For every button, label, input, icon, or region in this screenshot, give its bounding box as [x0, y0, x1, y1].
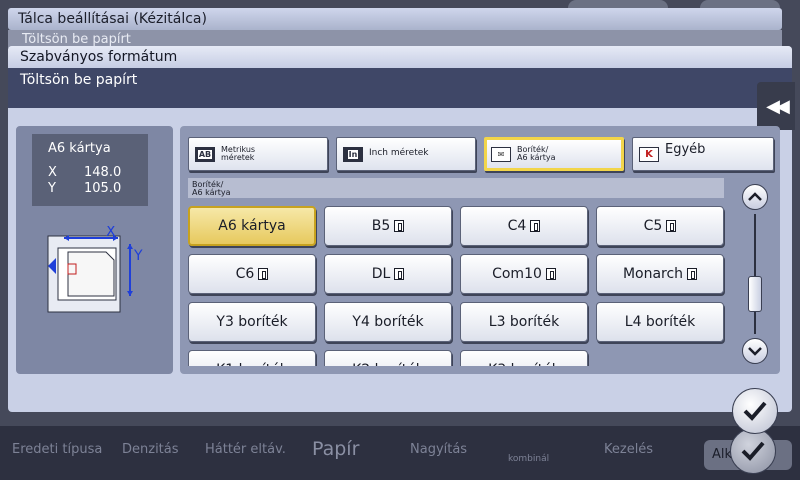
portrait-orientation-icon	[530, 220, 541, 232]
size-button[interactable]: C5	[596, 206, 724, 246]
size-button-grid: A6 kártya B5 C4 C5 C6 DL Com10 Monarch Y3 boríté…	[184, 202, 732, 366]
size-label: DL	[371, 266, 391, 282]
size-button[interactable]: Y3 boríték	[188, 302, 316, 342]
envelope-icon: ✉	[491, 147, 511, 162]
size-button[interactable]: K3 boríték	[460, 350, 588, 366]
size-button[interactable]: Y4 boríték	[324, 302, 452, 342]
background-tab-label: Eredeti típusa	[12, 442, 103, 457]
background-tab-label: kombinál	[508, 454, 550, 464]
size-label: Y4 boríték	[352, 314, 424, 330]
scrollbar[interactable]	[740, 184, 776, 364]
size-label: Monarch	[622, 266, 684, 282]
paper-tray-diagram-icon: X Y	[47, 226, 143, 313]
scroll-up-button[interactable]	[742, 184, 768, 210]
size-button[interactable]: K2 boríték	[324, 350, 452, 366]
x-dimension-row: X 148.0	[48, 165, 121, 180]
diagram-x-label: X	[106, 226, 116, 240]
background-tab-label: Nagyítás	[410, 442, 468, 457]
dialog-message-bar: Töltsön be papírt	[8, 68, 792, 108]
background-tab	[700, 0, 780, 8]
y-label: Y	[48, 181, 56, 196]
chevron-up-icon	[748, 192, 762, 201]
size-button[interactable]: K1 boríték	[188, 350, 316, 366]
size-button[interactable]: Com10	[460, 254, 588, 294]
ok-button[interactable]	[732, 388, 778, 434]
double-chevron-left-icon: ◀◀	[766, 95, 790, 117]
current-size-panel: A6 kártya X 148.0 Y 105.0 X Y	[16, 126, 173, 374]
current-size-name: A6 kártya	[48, 141, 111, 156]
size-label: C5	[643, 218, 663, 234]
diagram-y-label: Y	[133, 248, 143, 264]
background-checkmark-icon	[730, 428, 776, 474]
portrait-orientation-icon	[687, 268, 698, 280]
metric-icon: AB	[195, 147, 215, 162]
checkmark-icon	[743, 401, 767, 421]
background-tab	[568, 0, 668, 8]
scroll-track-line	[754, 214, 756, 334]
size-button[interactable]: C6	[188, 254, 316, 294]
y-value: 105.0	[84, 181, 122, 196]
size-selection-panel: AB Metrikus méretek In Inch méretek ✉ Bo…	[180, 126, 780, 374]
dialog-title: Szabványos formátum	[20, 49, 178, 65]
scroll-thumb[interactable]	[748, 276, 762, 312]
category-label: Inch méretek	[369, 148, 429, 158]
background-tab-label: Háttér eltáv.	[205, 442, 286, 457]
portrait-orientation-icon	[394, 268, 405, 280]
size-button[interactable]: Monarch	[596, 254, 724, 294]
inch-icon: In	[343, 147, 363, 162]
x-label: X	[48, 165, 57, 180]
size-button[interactable]: B5	[324, 206, 452, 246]
chevron-down-icon	[748, 347, 762, 356]
size-label: L4 boríték	[624, 314, 696, 330]
size-button[interactable]: L4 boríték	[596, 302, 724, 342]
background-title-bar: Tálca beállításai (Kézitálca)	[8, 8, 782, 30]
y-dimension-row: Y 105.0	[48, 181, 121, 196]
category-other-button[interactable]: K Egyéb	[632, 137, 774, 171]
size-label: K1 boríték	[216, 362, 288, 366]
section-label: Boríték/ A6 kártya	[188, 178, 724, 198]
size-label: K2 boríték	[352, 362, 424, 366]
background-tab-label: Kezelés	[604, 442, 654, 457]
category-label: Egyéb	[665, 142, 706, 157]
size-label: Y3 boríték	[216, 314, 288, 330]
portrait-orientation-icon	[394, 220, 405, 232]
size-button[interactable]: A6 kártya	[188, 206, 316, 246]
category-inch-button[interactable]: In Inch méretek	[336, 137, 476, 171]
category-label: Boríték/ A6 kártya	[517, 145, 556, 162]
category-metric-button[interactable]: AB Metrikus méretek	[188, 137, 328, 171]
collapse-button[interactable]: ◀◀	[757, 82, 795, 130]
size-button[interactable]: L3 boríték	[460, 302, 588, 342]
scroll-down-button[interactable]	[742, 338, 768, 364]
portrait-orientation-icon	[545, 268, 556, 280]
size-button[interactable]: C4	[460, 206, 588, 246]
portrait-orientation-icon	[258, 268, 269, 280]
other-icon: K	[639, 147, 659, 162]
background-message: Töltsön be papírt	[22, 32, 131, 47]
size-label: C4	[507, 218, 527, 234]
x-value: 148.0	[84, 165, 122, 180]
size-label: B5	[371, 218, 391, 234]
size-label: A6 kártya	[218, 218, 286, 234]
dialog-message: Töltsön be papírt	[20, 72, 138, 88]
size-label: L3 boríték	[488, 314, 560, 330]
size-label: C6	[235, 266, 255, 282]
category-envelope-button[interactable]: ✉ Boríték/ A6 kártya	[484, 137, 624, 171]
category-label: Metrikus méretek	[221, 145, 256, 162]
size-label: Com10	[492, 266, 542, 282]
background-title: Tálca beállításai (Kézitálca)	[18, 11, 207, 27]
size-label: K3 boríték	[488, 362, 560, 366]
portrait-orientation-icon	[666, 220, 677, 232]
background-tab-label: Denzitás	[122, 442, 179, 457]
dialog-title-bar: Szabványos formátum	[8, 46, 792, 68]
size-button[interactable]: DL	[324, 254, 452, 294]
background-tab-label: Papír	[312, 438, 360, 460]
current-size-info: A6 kártya X 148.0 Y 105.0	[32, 134, 148, 206]
background-bottom-tabs: Eredeti típusa Denzitás Háttér eltáv. Pa…	[0, 426, 800, 480]
